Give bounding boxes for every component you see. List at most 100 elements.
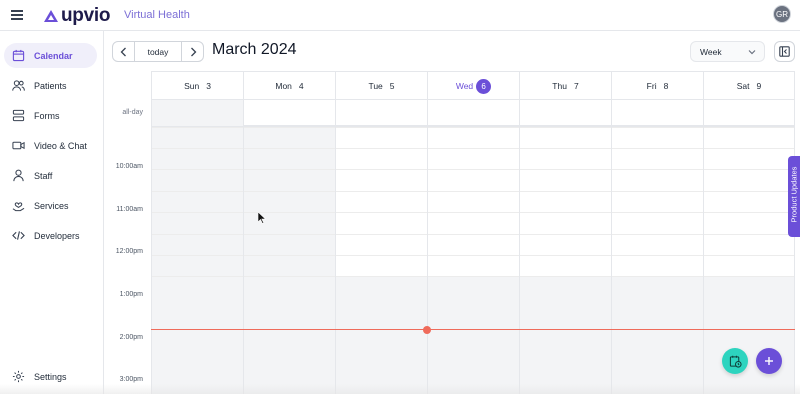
sidebar-item-label: Settings	[34, 371, 67, 382]
prev-week-button[interactable]	[113, 42, 134, 61]
logo-text: upvio	[61, 5, 111, 26]
logo[interactable]: upvio	[44, 5, 110, 27]
users-icon	[12, 80, 25, 91]
sidebar-item-label: Forms	[34, 110, 60, 121]
user-avatar[interactable]: GR	[773, 5, 791, 23]
day-column[interactable]	[151, 127, 243, 394]
app-root: upvio Virtual Health GR Calendar Patient…	[0, 0, 800, 394]
toggle-panel-button[interactable]	[774, 41, 795, 62]
month-title: March 2024	[212, 41, 297, 58]
sidebar-item-developers[interactable]: Developers	[4, 223, 97, 248]
sidebar-item-staff[interactable]: Staff	[4, 163, 97, 188]
staff-icon	[13, 169, 24, 182]
sidebar-item-video-chat[interactable]: Video & Chat	[4, 133, 97, 158]
today-badge: 6	[476, 78, 492, 94]
day-header-sun[interactable]: Sun 3	[151, 72, 243, 100]
day-header-wed[interactable]: Wed 6	[427, 72, 519, 100]
chevron-right-icon	[190, 47, 196, 56]
day-number: 3	[206, 81, 211, 91]
time-label: 1:00pm	[119, 291, 143, 298]
day-column[interactable]	[703, 127, 795, 394]
day-number: 5	[389, 81, 395, 91]
add-appointment-button[interactable]	[756, 348, 782, 374]
day-headers: Sun 3 Mon 4 Tue 5 Wed 6 Thu 7 Fri 8 Sat 9	[151, 71, 795, 100]
day-header-sat[interactable]: Sat 9	[703, 72, 795, 100]
day-name: Wed	[455, 81, 474, 91]
day-header-mon[interactable]: Mon 4	[243, 72, 335, 100]
day-column[interactable]	[243, 127, 335, 394]
day-name: Mon	[275, 81, 292, 91]
time-label: 10:00am	[115, 163, 143, 170]
allday-row	[151, 99, 795, 127]
time-label: 2:00pm	[119, 334, 143, 341]
top-bar: upvio Virtual Health GR	[0, 0, 800, 31]
product-updates-label: Product Updates	[789, 166, 799, 223]
code-icon	[12, 231, 25, 240]
allday-cell[interactable]	[427, 100, 519, 126]
calendar-toolbar: today March 2024 Week	[104, 31, 800, 71]
allday-cell[interactable]	[703, 100, 795, 126]
allday-cell[interactable]	[243, 100, 335, 126]
view-select[interactable]: Week	[690, 41, 765, 62]
sidebar-item-label: Video & Chat	[34, 140, 87, 151]
sidebar-item-forms[interactable]: Forms	[4, 103, 97, 128]
sidebar-item-services[interactable]: Services	[4, 193, 97, 218]
product-updates-tab[interactable]: Product Updates	[788, 156, 800, 237]
next-week-button[interactable]	[182, 42, 203, 61]
allday-cell[interactable]	[335, 100, 427, 126]
view-select-value: Week	[700, 46, 722, 57]
allday-label: all-day	[122, 109, 143, 116]
schedule-button[interactable]	[722, 348, 748, 374]
day-column[interactable]	[519, 127, 611, 394]
sidebar-panel-icon	[779, 46, 790, 57]
day-column[interactable]	[335, 127, 427, 394]
day-number: 9	[756, 81, 762, 91]
chevron-down-icon	[748, 50, 756, 55]
week-grid: Sun 3 Mon 4 Tue 5 Wed 6 Thu 7 Fri 8 Sat 9 all-d…	[112, 71, 795, 394]
calendar-icon	[12, 49, 25, 62]
day-name: Tue	[368, 81, 383, 91]
sidebar-item-calendar[interactable]: Calendar	[4, 43, 97, 68]
hand-heart-icon	[12, 202, 25, 212]
sidebar-item-label: Calendar	[34, 50, 73, 61]
calendar-clock-icon	[729, 355, 742, 368]
day-name: Thu	[552, 81, 567, 91]
menu-icon[interactable]	[11, 10, 23, 20]
sidebar-item-patients[interactable]: Patients	[4, 73, 97, 98]
forms-icon	[12, 109, 25, 122]
today-button[interactable]: today	[134, 42, 182, 61]
allday-cell[interactable]	[519, 100, 611, 126]
time-label: 3:00pm	[119, 376, 143, 383]
sidebar: Calendar Patients Forms Video & Chat Sta…	[0, 31, 104, 394]
day-number: 8	[663, 81, 669, 91]
sidebar-item-label: Staff	[34, 170, 53, 181]
day-header-fri[interactable]: Fri 8	[611, 72, 703, 100]
sidebar-item-label: Services	[34, 200, 69, 211]
day-column[interactable]	[427, 127, 519, 394]
day-column[interactable]	[611, 127, 703, 394]
day-header-tue[interactable]: Tue 5	[335, 72, 427, 100]
day-header-thu[interactable]: Thu 7	[519, 72, 611, 100]
sidebar-item-label: Patients	[34, 80, 67, 91]
time-label: 12:00pm	[115, 248, 143, 255]
chevron-left-icon	[120, 47, 126, 56]
allday-cell[interactable]	[611, 100, 703, 126]
time-label: 11:00am	[116, 206, 143, 213]
date-nav: today	[112, 41, 204, 62]
time-slots-area[interactable]	[151, 127, 795, 394]
allday-cell[interactable]	[151, 100, 243, 126]
mouse-cursor-icon	[258, 212, 266, 224]
product-name: Virtual Health	[124, 9, 190, 21]
sidebar-item-label: Developers	[34, 230, 80, 241]
plus-icon	[765, 357, 773, 365]
day-number: 4	[298, 81, 304, 91]
sidebar-item-settings[interactable]: Settings	[4, 364, 97, 389]
day-name: Sat	[736, 81, 750, 91]
now-indicator-dot	[423, 326, 431, 334]
now-indicator-line	[151, 329, 795, 330]
day-name: Sun	[184, 81, 200, 91]
gear-icon	[12, 370, 25, 383]
day-number: 7	[573, 81, 579, 91]
logo-mark-icon	[44, 10, 58, 22]
day-name: Fri	[646, 81, 657, 91]
